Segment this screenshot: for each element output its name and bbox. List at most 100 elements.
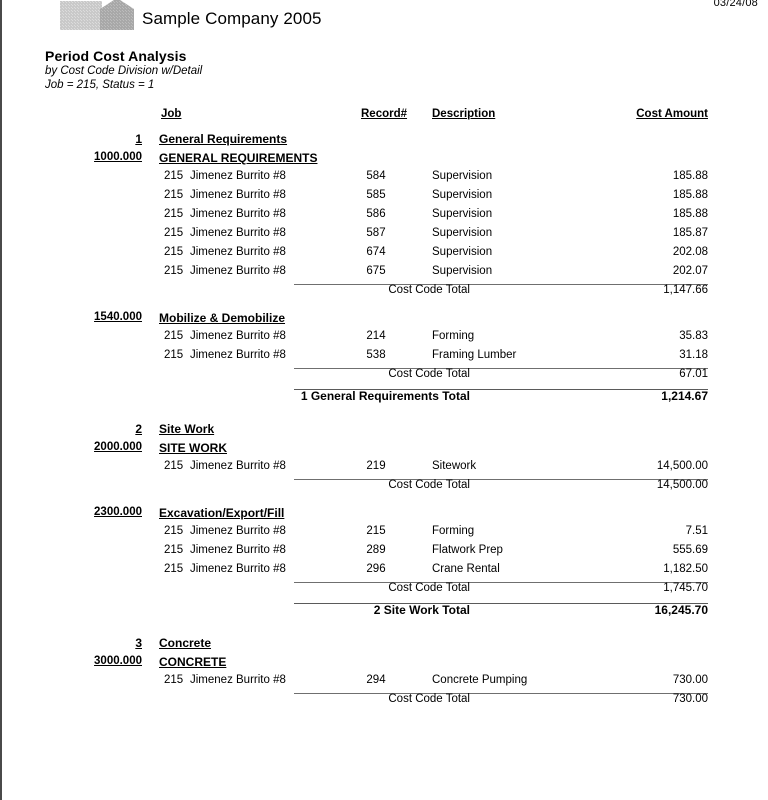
cell-record: 289 — [366, 544, 386, 556]
cell-job-number: 215 — [164, 265, 184, 277]
cell-cost-amount: 730.00 — [672, 674, 708, 686]
cell-description: Crane Rental — [432, 563, 500, 575]
cost-code-name: Excavation/Export/Fill — [159, 506, 285, 520]
cell-job-number: 215 — [164, 330, 184, 342]
cell-job-number: 215 — [164, 170, 184, 182]
cell-record: 586 — [366, 208, 386, 220]
cell-job-name: Jimenez Burrito #8 — [190, 460, 286, 472]
cell-description: Supervision — [432, 189, 493, 201]
cost-code-header-row: 2000.000 SITE WORK — [2, 441, 768, 460]
cost-code-total-row: Cost Code Total 1,745.70 — [2, 582, 768, 603]
table-header-row: Job Record# Description Cost Amount — [2, 108, 768, 132]
cost-code-total-row: Cost Code Total 730.00 — [2, 693, 768, 714]
cost-code-total-label: Cost Code Total — [388, 479, 470, 491]
cell-job: 215 Jimenez Burrito #8 — [164, 525, 286, 537]
cell-job: 215 Jimenez Burrito #8 — [164, 460, 286, 472]
cost-code-number: 1540.000 — [94, 311, 142, 323]
cost-code-total-amount: 1,147.66 — [663, 284, 708, 296]
cost-code-header-row: 1000.000 GENERAL REQUIREMENTS — [2, 151, 768, 170]
cell-job-number: 215 — [164, 563, 184, 575]
cell-job-name: Jimenez Burrito #8 — [190, 525, 286, 537]
division-total-label: 1 General Requirements Total — [300, 389, 470, 403]
cell-job: 215 Jimenez Burrito #8 — [164, 189, 286, 201]
cost-code-header-row: 3000.000 CONCRETE — [2, 655, 768, 674]
cell-description: Supervision — [432, 246, 493, 258]
report-table: Job Record# Description Cost Amount 1 Gen… — [2, 108, 768, 714]
column-header-description: Description — [432, 108, 496, 120]
cell-cost-amount: 14,500.00 — [656, 460, 708, 472]
cell-job: 215 Jimenez Burrito #8 — [164, 330, 286, 342]
cell-job-number: 215 — [164, 349, 184, 361]
cost-code-number: 2300.000 — [94, 506, 142, 518]
cell-job-name: Jimenez Burrito #8 — [190, 330, 286, 342]
cell-description: Forming — [432, 330, 475, 342]
cell-cost-amount: 185.88 — [672, 208, 708, 220]
cell-cost-amount: 185.87 — [672, 227, 708, 239]
cell-record: 296 — [366, 563, 386, 575]
report-page: 03/24/08 Sample Company 2005 Period Cost… — [0, 0, 768, 800]
cell-job-number: 215 — [164, 460, 184, 472]
cell-record: 294 — [366, 674, 386, 686]
division-name: Concrete — [159, 636, 212, 650]
column-header-record: Record# — [361, 108, 408, 120]
cell-job: 215 Jimenez Burrito #8 — [164, 563, 286, 575]
table-row: 215 Jimenez Burrito #8 215 Forming 7.51 — [2, 525, 768, 544]
cost-code-total-label: Cost Code Total — [388, 582, 470, 594]
column-header-job: Job — [161, 108, 182, 120]
cost-code-total-amount: 67.01 — [679, 368, 708, 380]
cost-code-total-label: Cost Code Total — [388, 693, 470, 705]
division-number: 1 — [135, 132, 142, 146]
cell-job-number: 215 — [164, 227, 184, 239]
cell-job-name: Jimenez Burrito #8 — [190, 208, 286, 220]
column-header-cost-amount: Cost Amount — [636, 108, 708, 120]
table-row: 215 Jimenez Burrito #8 586 Supervision 185.8… — [2, 208, 768, 227]
table-row: 215 Jimenez Burrito #8 674 Supervision 202.0… — [2, 246, 768, 265]
table-row: 215 Jimenez Burrito #8 296 Crane Rental 1,18… — [2, 563, 768, 582]
cell-record: 674 — [366, 246, 386, 258]
cell-job-name: Jimenez Burrito #8 — [190, 265, 286, 277]
cell-record: 585 — [366, 189, 386, 201]
report-subtitle: by Cost Code Division w/Detail — [45, 65, 203, 77]
division-number: 2 — [135, 422, 142, 436]
table-row: 215 Jimenez Burrito #8 585 Supervision 185.8… — [2, 189, 768, 208]
cell-description: Forming — [432, 525, 475, 537]
division-header-row: 3 Concrete — [2, 636, 768, 655]
cell-job: 215 Jimenez Burrito #8 — [164, 246, 286, 258]
cell-description: Supervision — [432, 208, 493, 220]
division-total-amount: 1,214.67 — [661, 389, 708, 403]
cost-code-name: SITE WORK — [159, 441, 227, 455]
cell-record: 215 — [366, 525, 386, 537]
company-name: Sample Company 2005 — [142, 9, 322, 28]
cost-code-total-amount: 14,500.00 — [656, 479, 708, 491]
cell-job-name: Jimenez Burrito #8 — [190, 189, 286, 201]
cell-job-number: 215 — [164, 525, 184, 537]
report-date: 03/24/08 — [713, 0, 758, 9]
cell-job: 215 Jimenez Burrito #8 — [164, 208, 286, 220]
cell-job-name: Jimenez Burrito #8 — [190, 246, 286, 258]
cell-job: 215 Jimenez Burrito #8 — [164, 170, 286, 182]
cell-job: 215 Jimenez Burrito #8 — [164, 227, 286, 239]
cell-description: Concrete Pumping — [432, 674, 528, 686]
cell-description: Supervision — [432, 265, 493, 277]
cell-cost-amount: 185.88 — [672, 170, 708, 182]
cost-code-total-row: Cost Code Total 67.01 — [2, 368, 768, 389]
table-row: 215 Jimenez Burrito #8 675 Supervision 202.0… — [2, 265, 768, 284]
cell-cost-amount: 7.51 — [685, 525, 708, 537]
cost-code-header-row: 1540.000 Mobilize & Demobilize — [2, 311, 768, 330]
cell-description: Supervision — [432, 227, 493, 239]
cell-cost-amount: 202.07 — [672, 265, 708, 277]
report-filter: Job = 215, Status = 1 — [45, 79, 155, 91]
cell-record: 587 — [366, 227, 386, 239]
table-row: 215 Jimenez Burrito #8 294 Concrete Pumping… — [2, 674, 768, 693]
cell-job-name: Jimenez Burrito #8 — [190, 170, 286, 182]
cost-code-name: CONCRETE — [159, 655, 227, 669]
cost-code-header-row: 2300.000 Excavation/Export/Fill — [2, 506, 768, 525]
cost-code-name: Mobilize & Demobilize — [159, 311, 286, 325]
division-total-row: 2 Site Work Total 16,245.70 — [2, 603, 768, 626]
table-row: 215 Jimenez Burrito #8 538 Framing Lumber 31… — [2, 349, 768, 368]
title-block: Period Cost Analysis by Cost Code Divisi… — [45, 48, 202, 92]
page-title: Period Cost Analysis — [45, 48, 187, 64]
division-header-row: 1 General Requirements — [2, 132, 768, 151]
cell-job: 215 Jimenez Burrito #8 — [164, 544, 286, 556]
